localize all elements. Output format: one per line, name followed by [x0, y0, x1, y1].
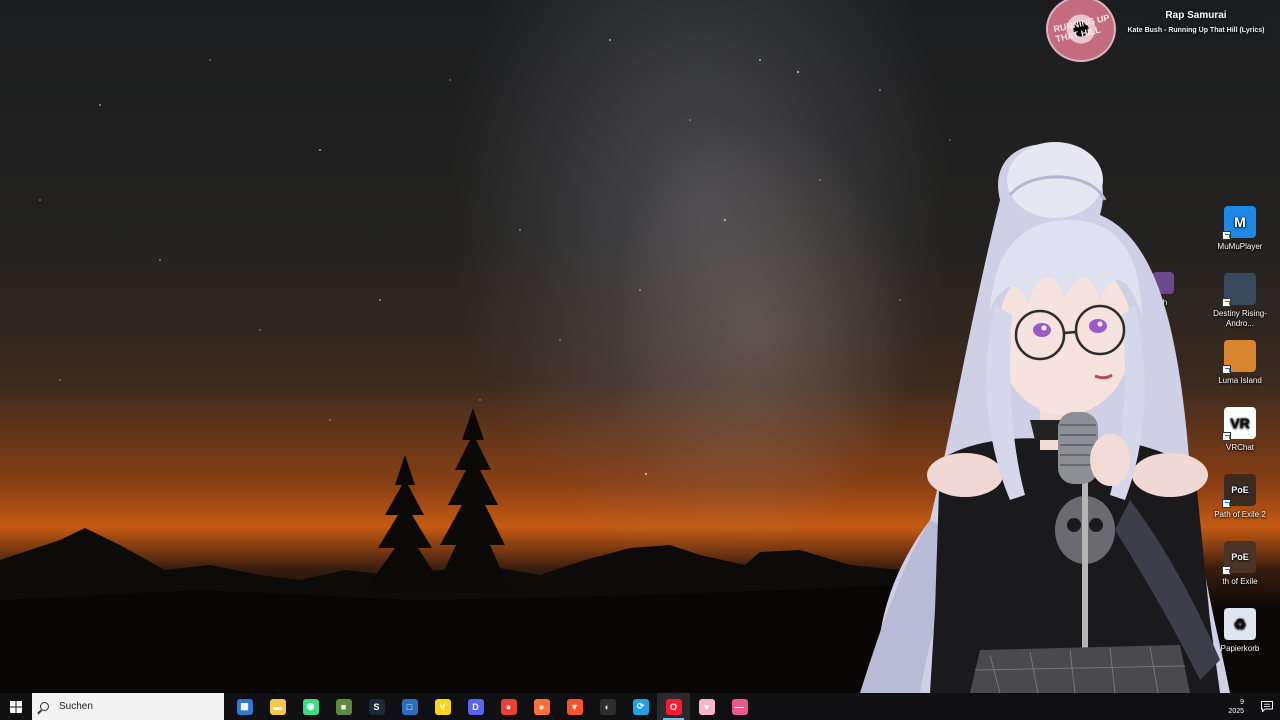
taskbar-shield-app-button[interactable]: V — [426, 693, 459, 720]
album-art-text: RUNNING UP THAT HILL — [1052, 12, 1111, 45]
app-window-icon: □ — [401, 698, 418, 715]
notification-icon — [1261, 701, 1273, 712]
start-button[interactable] — [0, 693, 32, 720]
taskbar: Suchen ▦ ▬ ◉ ■ S □ V D ● ● ▼ ◐ ⟳ O ♥ — 9 2025 — [0, 693, 1280, 720]
shield-app-icon: V — [434, 698, 451, 715]
now-playing-widget: RUNNING UP THAT HILL Rap Samurai Kate Bu… — [1040, 0, 1280, 62]
taskbar-clock[interactable]: 9 2025 — [1228, 698, 1244, 716]
taskbar-firefox-button[interactable]: ● — [525, 693, 558, 720]
android-studio-icon: ◉ — [302, 698, 319, 715]
steam-icon: S — [368, 698, 385, 715]
taskbar-android-studio-button[interactable]: ◉ — [294, 693, 327, 720]
clock-date: 2025 — [1228, 707, 1244, 715]
discord-icon: D — [467, 698, 484, 715]
brave-icon: ▼ — [566, 698, 583, 715]
taskbar-brave-button[interactable]: ▼ — [558, 693, 591, 720]
taskbar-microsoft-store-button[interactable]: ▦ — [228, 693, 261, 720]
taskbar-chrome-button[interactable]: ● — [492, 693, 525, 720]
taskbar-app-window-button[interactable]: □ — [393, 693, 426, 720]
chrome-icon: ● — [500, 698, 517, 715]
taskbar-discord-button[interactable]: D — [459, 693, 492, 720]
notification-center-button[interactable] — [1254, 693, 1280, 720]
vtuber-app-icon: ♥ — [698, 698, 715, 715]
taskbar-opera-button[interactable]: O — [657, 693, 690, 720]
microsoft-store-icon: ▦ — [236, 698, 253, 715]
search-icon — [40, 702, 49, 711]
pink-app-icon: — — [731, 698, 748, 715]
windows-logo-icon — [10, 700, 22, 713]
taskbar-app-blue-button[interactable]: ⟳ — [624, 693, 657, 720]
now-playing-subtitle: Kate Bush - Running Up That Hill (Lyrics… — [1127, 27, 1265, 34]
album-art-vinyl: RUNNING UP THAT HILL — [1046, 0, 1116, 62]
now-playing-title: Rap Samurai — [1165, 10, 1227, 21]
file-explorer-icon: ▬ — [269, 698, 286, 715]
firefox-icon: ● — [533, 698, 550, 715]
taskbar-pink-app-button[interactable]: — — [723, 693, 756, 720]
taskbar-minecraft-button[interactable]: ■ — [327, 693, 360, 720]
minecraft-icon: ■ — [335, 698, 352, 715]
system-tray: 9 2025 — [1228, 693, 1280, 720]
taskbar-vtuber-app-button[interactable]: ♥ — [690, 693, 723, 720]
search-placeholder: Suchen — [59, 701, 93, 712]
vtuber-avatar — [860, 142, 1230, 693]
taskbar-file-explorer-button[interactable]: ▬ — [261, 693, 294, 720]
taskbar-search-box[interactable]: Suchen — [32, 693, 224, 720]
app-blue-icon: ⟳ — [632, 698, 649, 715]
taskbar-obs-button[interactable]: ◐ — [591, 693, 624, 720]
taskbar-steam-button[interactable]: S — [360, 693, 393, 720]
taskbar-apps: ▦ ▬ ◉ ■ S □ V D ● ● ▼ ◐ ⟳ O ♥ — — [228, 693, 756, 720]
clock-time: 9 — [1240, 698, 1244, 706]
opera-icon: O — [665, 698, 682, 715]
obs-icon: ◐ — [599, 698, 616, 715]
